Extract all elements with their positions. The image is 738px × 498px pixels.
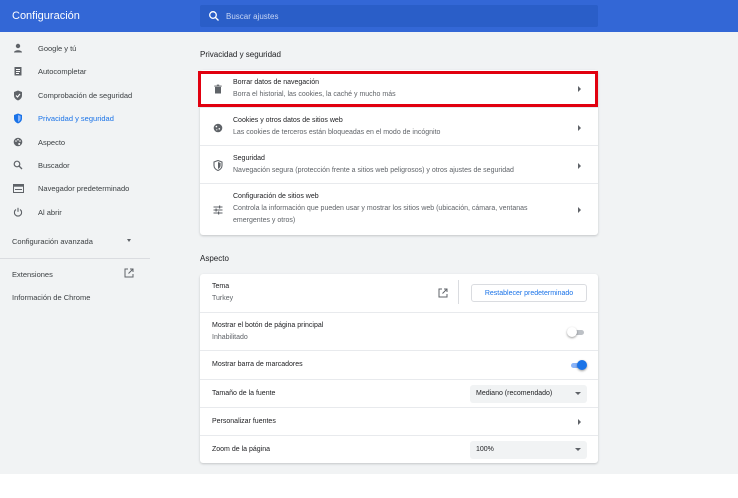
browser-icon: [12, 182, 24, 194]
cookie-icon: [213, 123, 223, 133]
appearance-card: Tema Turkey Restablecer predeterminado M…: [200, 274, 598, 463]
theme-label: Tema: [212, 283, 230, 290]
row-title: Configuración de sitios web: [233, 193, 319, 200]
sidebar-item-default-browser[interactable]: Navegador predeterminado: [0, 178, 150, 198]
page-zoom-select[interactable]: 100%: [470, 441, 587, 459]
dropdown-arrow-icon: [575, 392, 581, 395]
sidebar-extensions-label: Extensiones: [12, 270, 53, 279]
theme-row: Tema Turkey Restablecer predeterminado: [200, 274, 598, 312]
sidebar-advanced[interactable]: Configuración avanzada: [12, 237, 93, 246]
row-description: Las cookies de terceros están bloqueadas…: [233, 129, 441, 136]
sidebar-item-label: Navegador predeterminado: [38, 184, 130, 193]
row-description: Controla la información que pueden usar …: [233, 205, 528, 212]
shield-check-icon: [12, 89, 24, 101]
top-bar: Configuración: [0, 0, 738, 32]
sidebar-about-chrome[interactable]: Información de Chrome: [12, 293, 90, 302]
sidebar-item-appearance[interactable]: Aspecto: [0, 132, 150, 152]
font-size-value: Mediano (recomendado): [476, 390, 553, 397]
page-zoom-label: Zoom de la página: [212, 446, 270, 453]
toggle-knob: [567, 327, 577, 337]
clipboard-icon: [12, 65, 24, 77]
bookmarks-bar-toggle[interactable]: [569, 360, 587, 370]
dropdown-arrow-icon: [575, 448, 581, 451]
home-button-toggle[interactable]: [567, 327, 585, 337]
page-zoom-value: 100%: [476, 446, 494, 453]
vertical-separator: [458, 280, 459, 304]
sidebar-item-label: Aspecto: [38, 138, 66, 147]
shield-icon: [213, 160, 223, 171]
home-button-value: Inhabilitado: [212, 334, 248, 341]
sidebar-extensions[interactable]: Extensiones: [12, 270, 53, 279]
sidebar-about-label: Información de Chrome: [12, 293, 91, 302]
shield-icon: [12, 112, 24, 124]
sidebar-item-label: Buscador: [38, 161, 70, 170]
cookies-row[interactable]: Cookies y otros datos de sitios web Las …: [200, 107, 598, 145]
row-description: Navegación segura (protección frente a s…: [233, 167, 514, 174]
row-title: Cookies y otros datos de sitios web: [233, 117, 343, 124]
site-settings-row[interactable]: Configuración de sitios web Controla la …: [200, 183, 598, 235]
search-icon: [12, 159, 24, 171]
bookmarks-bar-row[interactable]: Mostrar barra de marcadores: [200, 350, 598, 379]
row-title: Seguridad: [233, 155, 265, 162]
sidebar-item-label: Comprobación de seguridad: [38, 91, 133, 100]
sidebar-item-label: Autocompletar: [38, 67, 87, 76]
page-title: Configuración: [12, 10, 80, 22]
sidebar-item-on-startup[interactable]: Al abrir: [0, 202, 150, 222]
sidebar-item-label: Privacidad y seguridad: [38, 114, 114, 123]
bottom-strip: [0, 474, 738, 498]
row-description-continued: emergentes y otros): [233, 217, 296, 224]
font-size-row: Tamaño de la fuente Mediano (recomendado…: [200, 379, 598, 407]
chevron-down-icon: [127, 239, 131, 242]
custom-fonts-label: Personalizar fuentes: [212, 418, 276, 425]
external-link-icon: [124, 268, 134, 278]
custom-fonts-row[interactable]: Personalizar fuentes: [200, 407, 598, 435]
sidebar-item-privacy[interactable]: Privacidad y seguridad: [0, 108, 150, 128]
security-row[interactable]: Seguridad Navegación segura (protección …: [200, 145, 598, 183]
sidebar-item-search-engine[interactable]: Buscador: [0, 155, 150, 175]
sidebar-divider: [0, 258, 150, 259]
sidebar-item-safety-check[interactable]: Comprobación de seguridad: [0, 85, 150, 105]
arrow-right-icon: [578, 419, 581, 425]
bookmarks-bar-label: Mostrar barra de marcadores: [212, 361, 303, 368]
font-size-label: Tamaño de la fuente: [212, 390, 276, 397]
reset-theme-button[interactable]: Restablecer predeterminado: [471, 284, 587, 302]
arrow-right-icon: [578, 163, 581, 169]
home-button-row[interactable]: Mostrar el botón de página principal Inh…: [200, 312, 598, 350]
person-icon: [12, 42, 24, 54]
search-input[interactable]: [226, 5, 586, 27]
page-zoom-row: Zoom de la página 100%: [200, 435, 598, 463]
toggle-knob: [577, 360, 587, 370]
arrow-right-icon: [578, 125, 581, 131]
appearance-section-title: Aspecto: [200, 254, 229, 263]
search-box[interactable]: [200, 5, 598, 27]
font-size-select[interactable]: Mediano (recomendado): [470, 385, 587, 403]
sidebar-item-label: Al abrir: [38, 208, 62, 217]
sidebar-item-autofill[interactable]: Autocompletar: [0, 61, 150, 81]
home-button-label: Mostrar el botón de página principal: [212, 322, 324, 329]
privacy-section-title: Privacidad y seguridad: [200, 50, 281, 59]
theme-value: Turkey: [212, 295, 234, 302]
sidebar-advanced-label: Configuración avanzada: [12, 237, 93, 246]
external-link-icon[interactable]: [438, 288, 448, 298]
arrow-right-icon: [578, 207, 581, 213]
sidebar-item-label: Google y tú: [38, 44, 77, 53]
palette-icon: [12, 136, 24, 148]
power-icon: [12, 206, 24, 218]
sliders-icon: [213, 205, 223, 215]
search-icon: [209, 11, 219, 21]
sidebar-item-google[interactable]: Google y tú: [0, 38, 150, 58]
highlight-frame: [198, 71, 598, 107]
